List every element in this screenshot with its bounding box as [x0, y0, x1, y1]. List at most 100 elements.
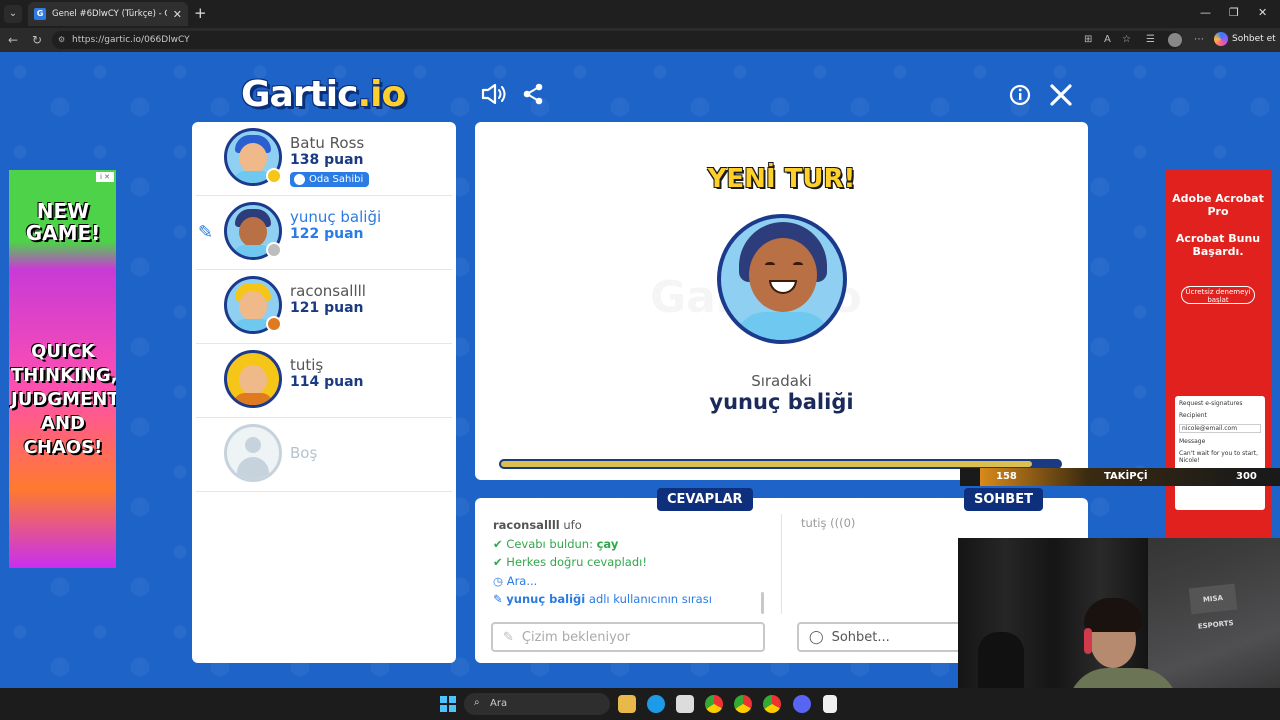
pencil-icon: ✎: [503, 629, 514, 645]
avatar-face: [239, 217, 267, 247]
tab-title: Genel #6DlwCY (Türkçe) - Gartic.io: [52, 9, 167, 19]
ad-right-form-image: Request e-signatures Recipient nicole@em…: [1175, 396, 1265, 510]
player-name: raconsallll: [290, 282, 366, 300]
close-game-icon[interactable]: [1049, 83, 1073, 111]
avatar-face: [239, 291, 267, 321]
notepad-icon[interactable]: [823, 695, 837, 713]
ad-right-brand: Adobe Acrobat Pro: [1172, 192, 1264, 218]
chat-tab[interactable]: SOHBET: [964, 488, 1043, 511]
discord-icon[interactable]: [793, 695, 811, 713]
sound-icon[interactable]: [480, 82, 506, 110]
site-info-icon[interactable]: ⚙: [58, 35, 65, 44]
left-ad-banner[interactable]: i ✕ NEW GAME! QUICK THINKING, JUDGMENT A…: [9, 170, 116, 568]
player-row[interactable]: tutiş 114 puan: [196, 344, 452, 418]
logo-suffix: .io: [357, 74, 406, 115]
profile-avatar[interactable]: [1168, 33, 1182, 47]
windows-start-icon[interactable]: [440, 696, 456, 712]
taskbar-search[interactable]: Ara: [464, 693, 610, 715]
ad-left-title: NEW GAME!: [25, 199, 101, 245]
chat-input-placeholder: Sohbet...: [831, 629, 890, 645]
copilot-label: Sohbet et: [1232, 34, 1276, 44]
address-bar-row: ← ↻ https://gartic.io/066DlwCY ⚙ ⊞ A ☆ ☰…: [0, 28, 1280, 52]
minimize-icon[interactable]: —: [1200, 6, 1211, 19]
follower-goal-bar: 158 TAKİPÇİ 300: [960, 468, 1280, 486]
check-icon: ✔: [493, 536, 503, 551]
list-item: ✔ Herkes doğru cevapladı!: [493, 555, 647, 569]
player-status-dot: [266, 316, 282, 332]
pencil-icon: ✎: [493, 592, 503, 606]
next-player-name: yunuç baliği: [709, 390, 854, 414]
player-status-dot: [266, 168, 282, 184]
list-item: ◷ Ara...: [493, 573, 538, 588]
panel-divider: [781, 514, 782, 614]
chrome-icon-2[interactable]: [734, 695, 752, 713]
more-options-icon[interactable]: ⋯: [1194, 34, 1204, 45]
answers-scrollbar[interactable]: [761, 592, 764, 614]
share-icon[interactable]: [522, 83, 544, 109]
player-score: 138 puan: [290, 152, 364, 168]
favorite-star-icon[interactable]: ☆: [1122, 34, 1131, 45]
player-name: yunuç baliği: [290, 208, 382, 226]
next-label: Sıradaki: [751, 372, 812, 390]
player-score: 121 puan: [290, 300, 364, 316]
store-icon[interactable]: [676, 695, 694, 713]
player-row[interactable]: raconsallll 121 puan: [196, 270, 452, 344]
info-icon[interactable]: [1009, 84, 1031, 110]
players-panel: Batu Ross 138 puan Oda Sahibi ✎ yunuç ba…: [192, 122, 456, 663]
player-status-dot: [266, 242, 282, 258]
tab-list-dropdown-icon[interactable]: ⌄: [4, 5, 22, 23]
close-window-icon[interactable]: ✕: [1258, 6, 1267, 19]
maximize-icon[interactable]: ❐: [1229, 6, 1239, 19]
answer-input[interactable]: ✎ Çizim bekleniyor: [491, 622, 765, 652]
owner-badge-label: Oda Sahibi: [309, 174, 364, 185]
close-tab-icon[interactable]: ✕: [173, 8, 182, 21]
ad-close-icon[interactable]: i ✕: [96, 172, 114, 182]
follower-label: TAKİPÇİ: [1104, 471, 1148, 482]
timer-fill: [499, 459, 1034, 469]
list-item: raconsallll ufo: [493, 518, 582, 532]
gartic-logo[interactable]: Gartic.io: [241, 74, 406, 115]
room-owner-badge: Oda Sahibi: [290, 172, 370, 187]
search-icon: ⌕: [474, 697, 480, 708]
empty-slot-label: Boş: [290, 444, 318, 462]
new-round-title: YENİ TUR!: [707, 164, 856, 194]
url-field[interactable]: https://gartic.io/066DlwCY: [52, 31, 1182, 49]
reload-icon[interactable]: ↻: [32, 33, 42, 47]
player-row[interactable]: ✎ yunuç baliği 122 puan: [196, 196, 452, 270]
player-score: 122 puan: [290, 226, 364, 242]
empty-avatar-icon: [224, 424, 282, 482]
browser-tab[interactable]: G Genel #6DlwCY (Türkçe) - Gartic.io ✕: [28, 2, 188, 26]
empty-player-slot: Boş: [196, 418, 452, 492]
windows-taskbar: Ara ⌕: [0, 688, 1280, 720]
ad-right-cta-button[interactable]: Ücretsiz denemeyi başlat: [1181, 286, 1255, 304]
player-score: 114 puan: [290, 374, 364, 390]
install-app-icon[interactable]: ⊞: [1084, 34, 1092, 45]
answers-tab[interactable]: CEVAPLAR: [657, 488, 753, 511]
follower-current: 158: [996, 471, 1017, 482]
owner-icon: [294, 174, 305, 185]
chrome-icon[interactable]: [705, 695, 723, 713]
avatar-face: [239, 143, 267, 173]
drawing-board[interactable]: Gartic.io YENİ TUR! Sıradaki yunuç baliğ…: [475, 122, 1088, 480]
favorites-icon[interactable]: ☰: [1146, 34, 1155, 45]
check-icon: ✔: [493, 555, 503, 569]
drawing-pencil-icon: ✎: [198, 222, 214, 243]
file-explorer-icon[interactable]: [618, 695, 636, 713]
copilot-chat-button[interactable]: Sohbet et: [1214, 32, 1276, 46]
new-tab-icon[interactable]: +: [194, 4, 207, 22]
chat-bubble-icon: ◯: [809, 629, 824, 645]
cam-wall-logo: MISA ESPORTS: [1188, 583, 1238, 631]
back-icon[interactable]: ←: [8, 33, 18, 47]
logo-main: Gartic: [241, 74, 358, 115]
list-item: ✔ Cevabı buldun: çay: [493, 536, 619, 551]
edge-icon[interactable]: [647, 695, 665, 713]
read-aloud-icon[interactable]: A: [1104, 34, 1111, 45]
gartic-favicon-icon: G: [34, 8, 46, 20]
answers-list[interactable]: raconsallll ufo ✔ Cevabı buldun: çay ✔ H…: [493, 510, 763, 620]
list-item: ✎ yunuç baliği adlı kullanıcının sırası: [493, 592, 712, 606]
chrome-icon-3[interactable]: [763, 695, 781, 713]
clock-icon: ◷: [493, 573, 504, 588]
player-row[interactable]: Batu Ross 138 puan Oda Sahibi: [196, 122, 452, 196]
player-name: tutiş: [290, 356, 324, 374]
player-avatar: [224, 350, 282, 408]
